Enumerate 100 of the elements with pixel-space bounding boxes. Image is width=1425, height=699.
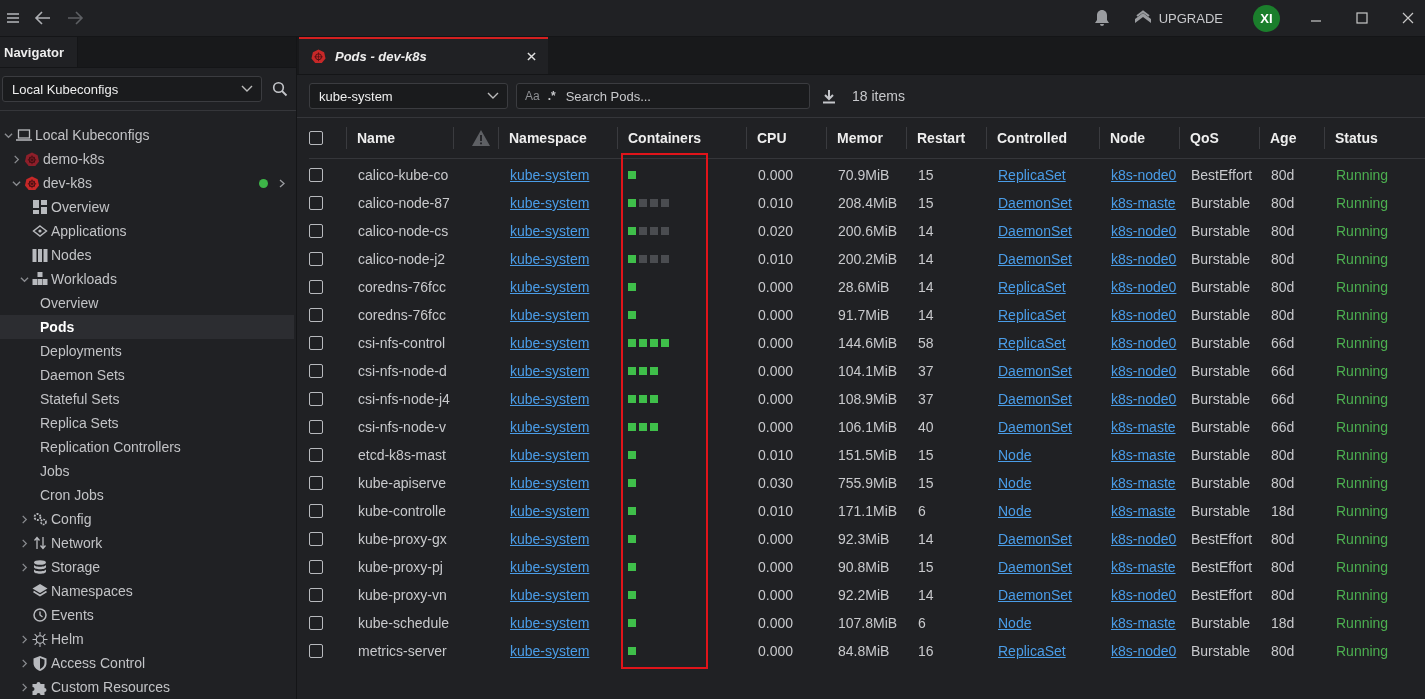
controller-link[interactable]: DaemonSet [998,587,1072,603]
controller-link[interactable]: DaemonSet [998,251,1072,267]
close-icon[interactable] [527,52,536,61]
hostname-link[interactable]: k8s-node0 [1111,335,1177,351]
namespace-link[interactable]: kube-system [510,475,590,491]
controller-link[interactable]: DaemonSet [998,195,1072,211]
namespace-link[interactable]: kube-system [510,447,590,463]
tree-item[interactable]: Events [0,603,294,627]
tree-item[interactable]: Daemon Sets [0,363,294,387]
hostname-link[interactable]: k8s-maste [1111,447,1176,463]
namespace-link[interactable]: kube-system [510,559,590,575]
hostname-link[interactable]: k8s-node0 [1111,223,1177,239]
controller-link[interactable]: DaemonSet [998,419,1072,435]
hostname-link[interactable]: k8s-node0 [1111,391,1177,407]
select-all-checkbox[interactable] [309,131,323,145]
controller-link[interactable]: DaemonSet [998,531,1072,547]
warning-icon[interactable] [471,129,491,147]
controller-link[interactable]: Node [998,447,1032,463]
tree-item[interactable]: Pods [0,315,294,339]
namespace-link[interactable]: kube-system [510,307,590,323]
chevron-right-icon[interactable] [20,562,29,572]
namespace-link[interactable]: kube-system [510,335,590,351]
column-header[interactable]: Node [1099,127,1179,149]
row-checkbox[interactable] [309,532,323,546]
row-checkbox[interactable] [309,588,323,602]
bell-icon[interactable] [1093,9,1110,27]
column-header[interactable]: Controlled [986,127,1099,149]
hostname-link[interactable]: k8s-maste [1111,419,1176,435]
tree-item[interactable]: Config [0,507,294,531]
row-checkbox[interactable] [309,196,323,210]
tree-item[interactable]: Network [0,531,294,555]
search-icon[interactable] [272,81,288,97]
chevron-right-icon[interactable] [20,538,29,548]
controller-link[interactable]: DaemonSet [998,223,1072,239]
tree-item[interactable]: Replication Controllers [0,435,294,459]
tree-item[interactable]: Applications [0,219,294,243]
namespace-link[interactable]: kube-system [510,279,590,295]
tree-item[interactable]: Access Control [0,651,294,675]
hostname-link[interactable]: k8s-maste [1111,475,1176,491]
row-checkbox[interactable] [309,224,323,238]
column-header[interactable]: Restart [906,127,986,149]
hostname-link[interactable]: k8s-node0 [1111,167,1177,183]
menu-icon[interactable] [6,12,20,24]
download-icon[interactable] [822,88,836,104]
column-header[interactable]: Containers [617,127,746,149]
chevron-down-icon[interactable] [12,178,21,188]
back-arrow-icon[interactable] [34,10,52,26]
chevron-down-icon[interactable] [20,274,29,284]
tree-item[interactable]: Nodes [0,243,294,267]
close-icon[interactable] [1401,11,1415,25]
chevron-right-icon[interactable] [20,658,29,668]
row-checkbox[interactable] [309,560,323,574]
chevron-down-icon[interactable] [4,130,13,140]
row-checkbox[interactable] [309,280,323,294]
row-checkbox[interactable] [309,420,323,434]
tree-item[interactable]: Workloads [0,267,294,291]
row-checkbox[interactable] [309,252,323,266]
column-header[interactable]: QoS [1179,127,1259,149]
chevron-right-icon[interactable] [20,682,29,692]
controller-link[interactable]: Node [998,503,1032,519]
upgrade-button[interactable]: UPGRADE [1133,10,1223,26]
tree-item[interactable]: Stateful Sets [0,387,294,411]
chevron-right-icon[interactable] [20,514,29,524]
controller-link[interactable]: ReplicaSet [998,279,1066,295]
tree-item[interactable]: Deployments [0,339,294,363]
controller-link[interactable]: ReplicaSet [998,643,1066,659]
regex-toggle[interactable]: .* [547,89,556,103]
column-header[interactable]: Namespace [498,127,617,149]
tree-item[interactable]: Custom Resources [0,675,294,699]
pods-tab[interactable]: Pods - dev-k8s [299,37,548,74]
row-checkbox[interactable] [309,616,323,630]
column-header[interactable]: CPU [746,127,826,149]
namespace-link[interactable]: kube-system [510,419,590,435]
namespace-link[interactable]: kube-system [510,251,590,267]
namespace-link[interactable]: kube-system [510,391,590,407]
controller-link[interactable]: ReplicaSet [998,335,1066,351]
namespace-link[interactable]: kube-system [510,167,590,183]
row-checkbox[interactable] [309,336,323,350]
column-header[interactable]: Name [346,127,453,149]
row-checkbox[interactable] [309,644,323,658]
hostname-link[interactable]: k8s-node0 [1111,307,1177,323]
hostname-link[interactable]: k8s-node0 [1111,531,1177,547]
hostname-link[interactable]: k8s-node0 [1111,643,1177,659]
chevron-down-icon[interactable] [241,85,253,93]
hostname-link[interactable]: k8s-node0 [1111,587,1177,603]
namespace-link[interactable]: kube-system [510,615,590,631]
column-header[interactable]: Status [1324,127,1401,149]
controller-link[interactable]: DaemonSet [998,391,1072,407]
hostname-link[interactable]: k8s-node0 [1111,251,1177,267]
tree-item[interactable]: dev-k8s [0,171,294,195]
tree-item[interactable]: Namespaces [0,579,294,603]
tree-item[interactable]: Local Kubeconfigs [0,123,294,147]
tree-item[interactable]: Replica Sets [0,411,294,435]
kubeconfig-dropdown[interactable]: Local Kubeconfigs [2,76,262,102]
namespace-link[interactable]: kube-system [510,363,590,379]
maximize-icon[interactable] [1355,11,1369,25]
controller-link[interactable]: ReplicaSet [998,167,1066,183]
hostname-link[interactable]: k8s-maste [1111,195,1176,211]
namespace-link[interactable]: kube-system [510,195,590,211]
hostname-link[interactable]: k8s-node0 [1111,279,1177,295]
